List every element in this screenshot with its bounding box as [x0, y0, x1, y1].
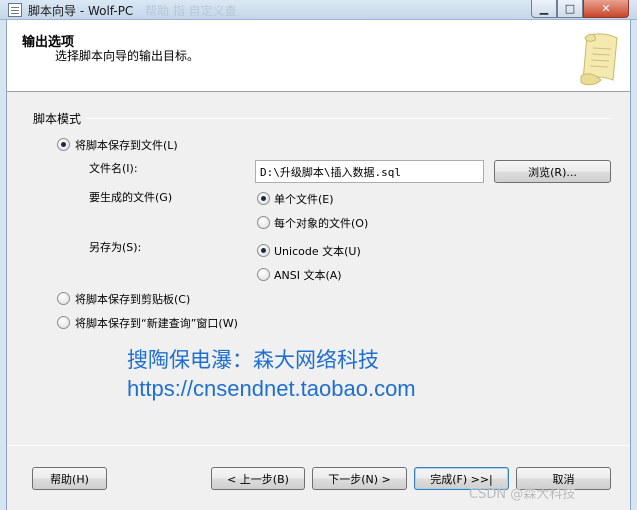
csdn-watermark: CSDN @森大科技 [469, 487, 576, 502]
unicode-text-radio[interactable] [257, 244, 270, 257]
minimize-button[interactable]: ▁ [531, 0, 557, 18]
next-button[interactable]: 下一步(N) > [312, 467, 407, 490]
minimize-icon: ▁ [539, 2, 549, 15]
background-menu-text: 帮助 指 自定义查 [145, 4, 237, 18]
file-per-object-radio[interactable] [257, 216, 270, 229]
group-label-script-mode: 脚本模式 [33, 110, 86, 127]
save-to-query-window-label[interactable]: 将脚本保存到“新建查询”窗口(W) [75, 315, 238, 331]
wizard-window: 输出选项 选择脚本向导的输出目标。 脚本模式 将脚本保存到文件(L) 文件名(I… [6, 20, 631, 510]
help-button[interactable]: 帮助(H) [32, 467, 107, 490]
save-to-clipboard-label[interactable]: 将脚本保存到剪贴板(C) [75, 291, 190, 307]
watermark-url: https://cnsendnet.taobao.com [127, 376, 416, 401]
script-wizard-icon [8, 3, 22, 17]
wizard-header: 输出选项 选择脚本向导的输出目标。 [7, 20, 630, 92]
watermark-company: 搜陶保电瀑：森大网络科技 [127, 348, 379, 372]
page-subtitle: 选择脚本向导的输出目标。 [55, 49, 200, 63]
back-button[interactable]: < 上一步(B) [211, 467, 305, 490]
maximize-button[interactable]: □ [557, 0, 583, 18]
file-per-object-label[interactable]: 每个对象的文件(O) [274, 215, 368, 231]
close-button[interactable]: ✕ [583, 0, 629, 18]
browse-button[interactable]: 浏览(R)... [494, 160, 611, 183]
save-to-clipboard-radio[interactable] [57, 292, 70, 305]
window-title: 脚本向导 - Wolf-PC [28, 4, 134, 18]
ansi-text-label[interactable]: ANSI 文本(A) [274, 267, 342, 283]
maximize-icon: □ [564, 2, 576, 15]
unicode-text-label[interactable]: Unicode 文本(U) [274, 243, 361, 259]
file-name-input[interactable] [255, 160, 484, 183]
file-name-label: 文件名(I): [89, 162, 138, 175]
save-to-file-label[interactable]: 将脚本保存到文件(L) [75, 137, 178, 153]
single-file-radio[interactable] [257, 192, 270, 205]
files-to-generate-label: 要生成的文件(G) [89, 191, 173, 204]
close-icon: ✕ [601, 2, 611, 15]
single-file-label[interactable]: 单个文件(E) [274, 191, 334, 207]
footer-divider [7, 445, 630, 446]
save-as-label: 另存为(S): [89, 241, 142, 254]
ansi-text-radio[interactable] [257, 268, 270, 281]
save-to-query-window-radio[interactable] [57, 316, 70, 329]
save-to-file-radio[interactable] [57, 138, 70, 151]
group-divider [33, 118, 611, 119]
title-bar[interactable]: 脚本向导 - Wolf-PC 帮助 指 自定义查 ▁ □ ✕ [0, 0, 637, 20]
scroll-icon [580, 33, 618, 86]
